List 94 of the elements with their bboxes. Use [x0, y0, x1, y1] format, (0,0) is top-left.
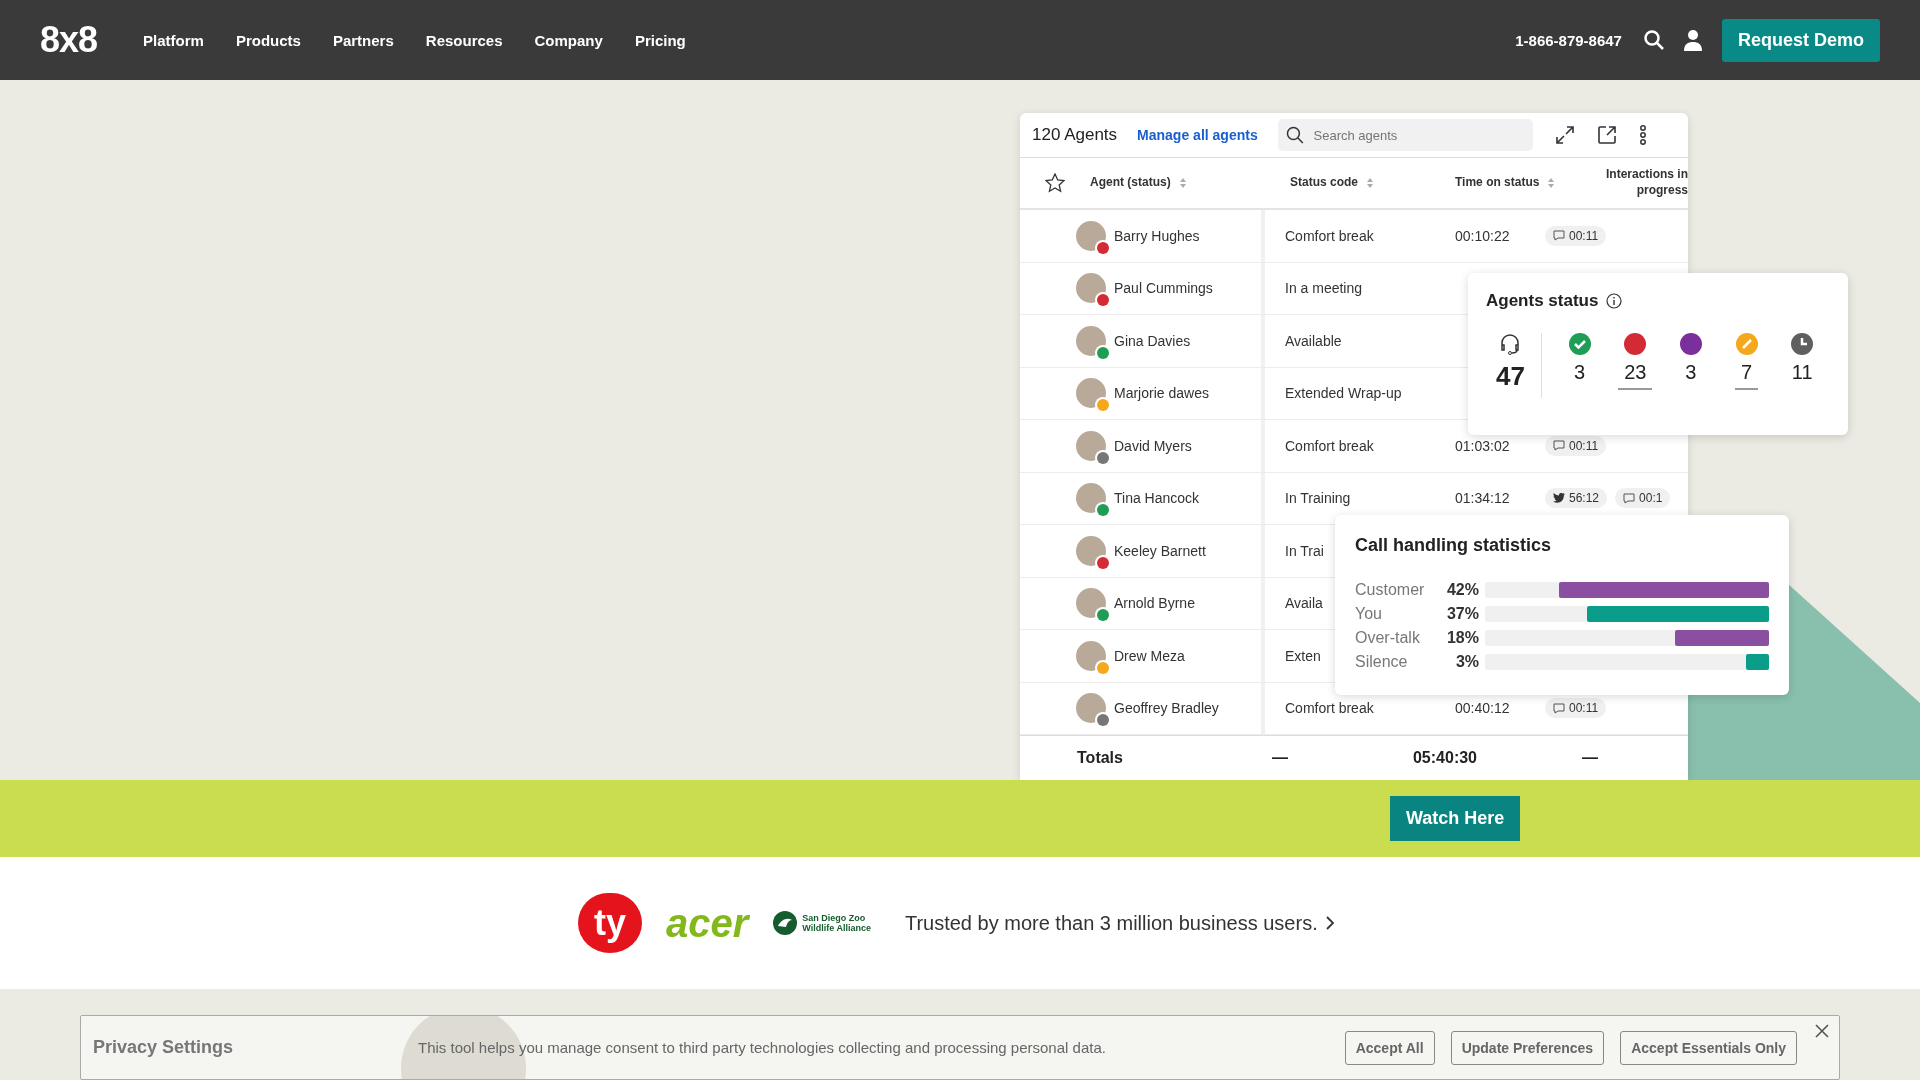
chat-icon	[1553, 702, 1565, 714]
search-box[interactable]: Search agents	[1277, 119, 1533, 151]
stat-percent: 3%	[1454, 652, 1479, 671]
agent-name: David Myers	[1114, 437, 1192, 454]
time-on-status: 01:34:12	[1455, 490, 1510, 507]
agent-name: Paul Cummings	[1114, 280, 1213, 297]
chevron-icon	[1325, 916, 1334, 930]
stat-label: Silence	[1355, 652, 1409, 671]
manage-agents-link[interactable]: Manage all agents	[1137, 127, 1258, 143]
nav-link[interactable]: Products	[235, 31, 301, 49]
column-header: Status code	[1290, 175, 1358, 191]
nav-link[interactable]: Pricing	[634, 31, 686, 49]
agent-name: Drew Meza	[1114, 647, 1185, 664]
info-icon[interactable]	[1606, 293, 1623, 309]
agent-name: Marjorie dawes	[1114, 385, 1209, 402]
interaction-chip: 56:12	[1545, 488, 1608, 509]
stat-percent: 42%	[1445, 580, 1479, 599]
bird-icon	[1553, 493, 1565, 504]
search-icon[interactable]	[1643, 30, 1664, 50]
time-on-status: 00:10:22	[1455, 227, 1510, 244]
privacy-button[interactable]: Update Preferences	[1450, 1030, 1605, 1065]
zoo-logo-text: Wildlife Alliance	[802, 923, 871, 933]
star-icon[interactable]	[1045, 173, 1065, 193]
agents-count: 120 Agents	[1032, 125, 1118, 145]
close-icon[interactable]	[1815, 1024, 1829, 1038]
agent-name: Gina Davies	[1114, 332, 1191, 349]
totals-status: —	[1271, 749, 1289, 767]
status-code: Comfort break	[1285, 700, 1374, 717]
column-header: Agent (status)	[1090, 175, 1171, 191]
acer-logo: acer	[666, 900, 749, 946]
status-count: 23	[1618, 361, 1653, 390]
agent-name: Arnold Byrne	[1114, 595, 1195, 612]
card-title: Agents status	[1486, 291, 1599, 311]
request-demo-button[interactable]: Request Demo	[1721, 18, 1880, 62]
headset-icon	[1499, 333, 1522, 355]
zoo-emblem-icon	[772, 910, 799, 936]
status-count: 11	[1790, 361, 1814, 385]
agent-name: Geoffrey Bradley	[1114, 700, 1219, 717]
phone-link[interactable]: 1-866-879-8647	[1515, 31, 1622, 49]
status-code: Comfort break	[1285, 227, 1374, 244]
ty-logo: ty	[578, 893, 642, 953]
stat-label: You	[1355, 604, 1383, 623]
status-code: In Trai	[1285, 542, 1324, 559]
more-options-icon[interactable]	[1638, 125, 1647, 145]
status-count: 7	[1735, 361, 1759, 390]
chat-icon	[1553, 440, 1565, 452]
stat-label: Customer	[1355, 580, 1426, 599]
agent-name: Tina Hancock	[1114, 490, 1200, 507]
logo[interactable]: 8x8	[40, 19, 98, 61]
status-count: 3	[1684, 361, 1698, 385]
nav-link[interactable]: Partners	[332, 31, 394, 49]
chat-icon	[1553, 230, 1565, 242]
stat-label: Over-talk	[1355, 628, 1421, 647]
status-code: In a meeting	[1285, 280, 1363, 297]
agent-name: Barry Hughes	[1114, 227, 1200, 244]
privacy-title: Privacy Settings	[93, 1037, 235, 1058]
stat-percent: 18%	[1445, 628, 1479, 647]
trusted-link[interactable]: Trusted by more than 3 million business users.	[904, 911, 1334, 935]
total-agents: 47	[1494, 361, 1526, 393]
nav-link[interactable]: Resources	[425, 31, 503, 49]
status-code: Available	[1285, 332, 1342, 349]
interaction-chip: 00:11	[1545, 435, 1607, 456]
time-on-status: 00:40:12	[1455, 700, 1510, 717]
search-icon	[1285, 126, 1304, 144]
expand-icon[interactable]	[1554, 125, 1575, 145]
status-code: Extended Wrap-up	[1285, 385, 1402, 402]
column-header: Time on status	[1455, 175, 1540, 191]
totals-interactions: —	[1581, 749, 1599, 767]
status-count: 3	[1573, 361, 1587, 385]
zoo-logo-text: San Diego Zoo	[802, 913, 867, 923]
status-code: Comfort break	[1285, 437, 1374, 454]
totals-time: 05:40:30	[1411, 749, 1478, 767]
watch-here-button[interactable]: Watch Here	[1390, 796, 1521, 841]
status-code: Exten	[1285, 647, 1321, 664]
user-icon[interactable]	[1683, 29, 1702, 51]
interaction-chip: 00:11	[1545, 225, 1607, 246]
interaction-chip: 00:11	[1545, 698, 1607, 719]
status-code: Availa	[1285, 595, 1323, 612]
stat-percent: 37%	[1445, 604, 1479, 623]
agent-name: Keeley Barnett	[1114, 542, 1206, 559]
column-header: Interactions in progress	[1605, 167, 1688, 199]
nav-link[interactable]: Platform	[143, 31, 204, 49]
privacy-button[interactable]: Accept All	[1344, 1030, 1435, 1065]
privacy-button[interactable]: Accept Essentials Only	[1620, 1030, 1797, 1065]
nav-link[interactable]: Company	[534, 31, 603, 49]
totals-label: Totals	[1076, 749, 1124, 767]
search-field[interactable]: Search agents	[1311, 126, 1525, 144]
time-on-status: 01:03:02	[1455, 437, 1510, 454]
interaction-chip: 00:1	[1615, 488, 1671, 509]
status-code: In Training	[1285, 490, 1351, 507]
privacy-text: This tool helps you manage consent to third party technologies collecting and processing personal data.	[418, 1039, 1107, 1056]
chat-icon	[1623, 492, 1636, 504]
external-link-icon[interactable]	[1596, 125, 1617, 145]
card-title: Call handling statistics	[1355, 535, 1552, 555]
